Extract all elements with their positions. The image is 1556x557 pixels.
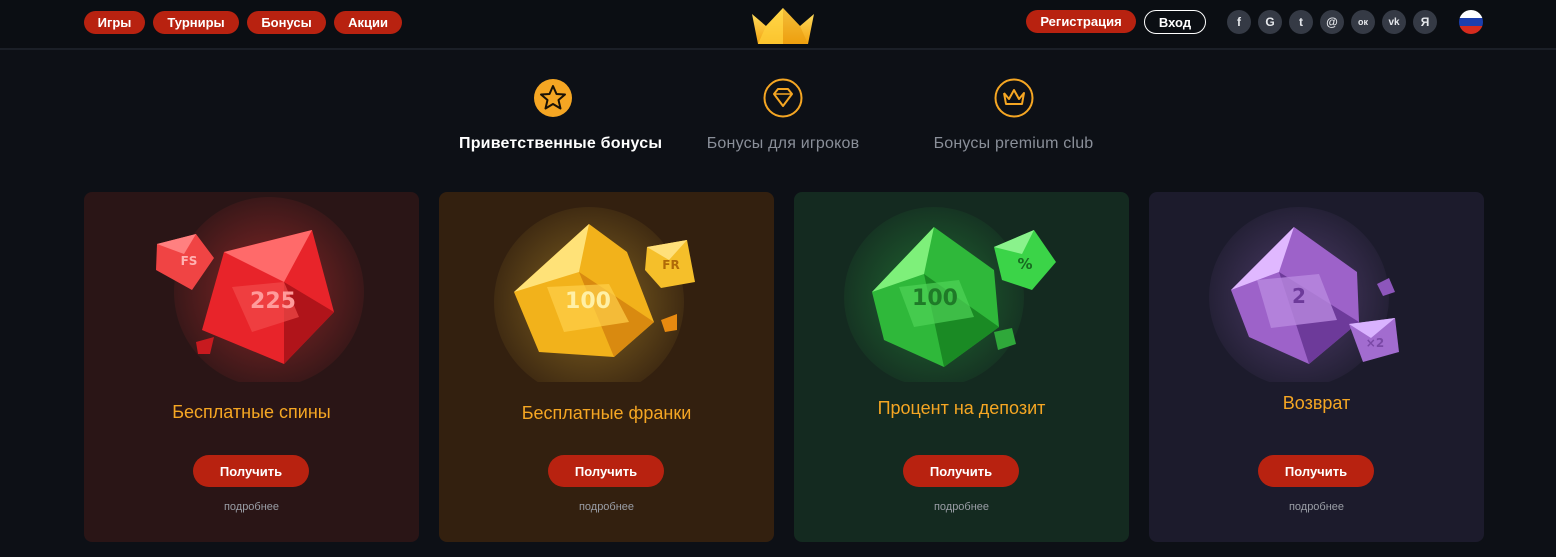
tab-premium-club[interactable]: Бонусы premium club — [930, 78, 1097, 153]
green-gem-icon: 100 % — [844, 207, 1056, 382]
gem-value: 2 — [1292, 284, 1306, 308]
facebook-icon[interactable]: f — [1227, 10, 1251, 34]
nav-item-bonuses[interactable]: Бонусы — [247, 11, 326, 34]
gem-badge: ×2 — [1366, 336, 1384, 350]
tab-label: Бонусы premium club — [933, 135, 1094, 152]
details-link[interactable]: подробнее — [1149, 501, 1484, 513]
login-button[interactable]: Вход — [1144, 10, 1206, 34]
social-links: f G t @ ок vk Я — [1227, 10, 1437, 34]
bonus-card-free-spins: 225 FS Бесплатные спины Получить подробн… — [84, 192, 419, 542]
nav-item-tournaments[interactable]: Турниры — [153, 11, 239, 34]
card-title: Процент на депозит — [877, 398, 1046, 418]
gem-value: 100 — [565, 289, 611, 314]
tab-player-bonuses[interactable]: Бонусы для игроков — [705, 78, 861, 153]
gem-badge: FS — [181, 254, 198, 268]
register-button[interactable]: Регистрация — [1026, 10, 1136, 33]
tab-label: Бонусы для игроков — [706, 135, 860, 152]
gem-value: 100 — [912, 286, 958, 311]
diamond-icon — [763, 78, 803, 118]
mail-ru-icon[interactable]: @ — [1320, 10, 1344, 34]
get-bonus-button[interactable]: Получить — [548, 455, 664, 487]
gem-badge: FR — [662, 258, 679, 272]
purple-gem-icon: 2 ×2 — [1209, 207, 1399, 382]
card-title: Возврат — [1282, 393, 1351, 413]
google-icon[interactable]: G — [1258, 10, 1282, 34]
get-bonus-button[interactable]: Получить — [193, 455, 309, 487]
red-gem-icon: 225 FS — [156, 197, 364, 382]
gold-gem-icon: 100 FR — [494, 207, 695, 382]
bonus-card-cashback: 2 ×2 Возврат Получить подробнее — [1149, 192, 1484, 542]
card-title: Бесплатные спины — [172, 402, 331, 422]
details-link[interactable]: подробнее — [439, 501, 774, 513]
yandex-icon[interactable]: Я — [1413, 10, 1437, 34]
crown-logo[interactable] — [748, 6, 818, 46]
star-icon — [534, 79, 572, 117]
twitter-icon[interactable]: t — [1289, 10, 1313, 34]
details-link[interactable]: подробнее — [84, 501, 419, 513]
tab-label: Приветственные бонусы — [459, 135, 663, 152]
main-nav: Игры Турниры Бонусы Акции — [84, 11, 402, 34]
auth-buttons: Регистрация Вход — [1026, 10, 1206, 34]
odnoklassniki-icon[interactable]: ок — [1351, 10, 1375, 34]
nav-item-games[interactable]: Игры — [84, 11, 145, 34]
language-flag-icon[interactable] — [1459, 10, 1483, 34]
bonus-card-deposit-percent: 100 % Процент на депозит Получить подроб… — [794, 192, 1129, 542]
details-link[interactable]: подробнее — [794, 501, 1129, 513]
gem-value: 225 — [250, 289, 296, 314]
tab-welcome-bonuses[interactable]: Приветственные бонусы — [459, 78, 663, 153]
bonus-card-free-francs: 100 FR Бесплатные франки Получить подроб… — [439, 192, 774, 542]
get-bonus-button[interactable]: Получить — [903, 455, 1019, 487]
top-header: Игры Турниры Бонусы Акции Регистрация Вх… — [0, 0, 1556, 50]
gem-badge: % — [1017, 255, 1032, 273]
nav-item-promotions[interactable]: Акции — [334, 11, 402, 34]
crown-icon — [994, 78, 1033, 118]
get-bonus-button[interactable]: Получить — [1258, 455, 1374, 487]
card-title: Бесплатные франки — [521, 403, 692, 423]
vk-icon[interactable]: vk — [1382, 10, 1406, 34]
